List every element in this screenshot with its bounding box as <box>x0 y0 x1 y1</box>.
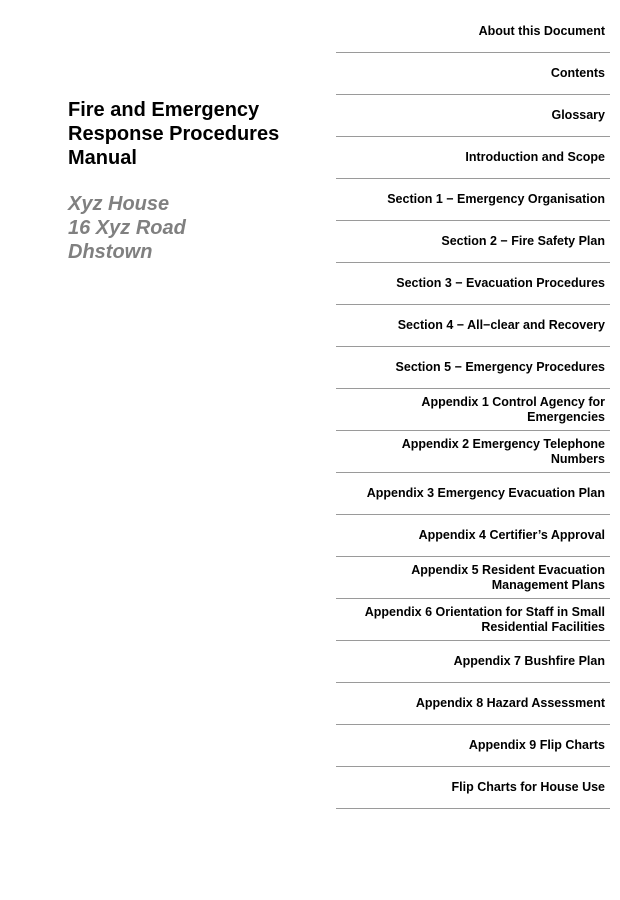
toc-item-appendix-8[interactable]: Appendix 8 Hazard Assessment <box>336 683 610 725</box>
toc-item-label: Flip Charts for House Use <box>451 780 606 795</box>
address-line-street: 16 Xyz Road <box>68 217 186 239</box>
table-of-contents: About this Document Contents Glossary In… <box>336 11 610 809</box>
toc-item-appendix-3[interactable]: Appendix 3 Emergency Evacuation Plan <box>336 473 610 515</box>
toc-item-label: About this Document <box>478 24 605 39</box>
toc-item-label: Section 3 − Evacuation Procedures <box>396 276 605 291</box>
toc-item-appendix-7[interactable]: Appendix 7 Bushfire Plan <box>336 641 610 683</box>
toc-item-label: Appendix 1 Control Agency for Emergencie… <box>421 395 605 424</box>
toc-item-appendix-5[interactable]: Appendix 5 Resident Evacuation Managemen… <box>336 557 610 599</box>
toc-item-label: Section 4 − All−clear and Recovery <box>397 318 605 333</box>
toc-item-label: Appendix 8 Hazard Assessment <box>415 696 605 711</box>
toc-item-section-3[interactable]: Section 3 − Evacuation Procedures <box>336 263 610 305</box>
toc-item-appendix-4[interactable]: Appendix 4 Certifier’s Approval <box>336 515 610 557</box>
address-line-building: Xyz House <box>68 193 170 215</box>
toc-item-section-2[interactable]: Section 2 − Fire Safety Plan <box>336 221 610 263</box>
document-title-line: Manual <box>68 147 137 169</box>
toc-item-label: Appendix 9 Flip Charts <box>468 738 605 753</box>
toc-item-label: Section 5 − Emergency Procedures <box>395 360 605 375</box>
toc-item-label: Appendix 5 Resident Evacuation Managemen… <box>411 563 605 592</box>
toc-item-label: Appendix 7 Bushfire Plan <box>453 654 605 669</box>
toc-item-glossary[interactable]: Glossary <box>336 95 610 137</box>
toc-item-label: Appendix 2 Emergency Telephone Numbers <box>401 437 605 466</box>
document-title: Fire and Emergency Response Procedures M… <box>68 98 318 170</box>
toc-item-appendix-1[interactable]: Appendix 1 Control Agency for Emergencie… <box>336 389 610 431</box>
toc-item-label: Section 1 − Emergency Organisation <box>387 192 605 207</box>
toc-item-label: Appendix 4 Certifier’s Approval <box>418 528 605 543</box>
toc-item-label: Glossary <box>551 108 605 123</box>
toc-item-label: Introduction and Scope <box>465 150 605 165</box>
toc-item-label: Appendix 3 Emergency Evacuation Plan <box>366 486 605 501</box>
toc-item-label: Section 2 − Fire Safety Plan <box>441 234 605 249</box>
address-line-town: Dhstown <box>68 241 153 263</box>
document-title-line: Response Procedures <box>68 123 280 145</box>
toc-item-label: Appendix 6 Orientation for Staff in Smal… <box>364 605 605 634</box>
toc-item-appendix-9[interactable]: Appendix 9 Flip Charts <box>336 725 610 767</box>
toc-item-section-4[interactable]: Section 4 − All−clear and Recovery <box>336 305 610 347</box>
title-block: Fire and Emergency Response Procedures M… <box>68 98 318 264</box>
document-title-line: Fire and Emergency <box>68 99 260 121</box>
toc-item-appendix-2[interactable]: Appendix 2 Emergency Telephone Numbers <box>336 431 610 473</box>
toc-item-flip-charts-house-use[interactable]: Flip Charts for House Use <box>336 767 610 809</box>
toc-item-contents[interactable]: Contents <box>336 53 610 95</box>
toc-item-about[interactable]: About this Document <box>336 11 610 53</box>
property-address: Xyz House 16 Xyz Road Dhstown <box>68 192 318 264</box>
toc-item-introduction[interactable]: Introduction and Scope <box>336 137 610 179</box>
toc-item-appendix-6[interactable]: Appendix 6 Orientation for Staff in Smal… <box>336 599 610 641</box>
toc-item-section-1[interactable]: Section 1 − Emergency Organisation <box>336 179 610 221</box>
toc-item-label: Contents <box>550 66 605 81</box>
toc-item-section-5[interactable]: Section 5 − Emergency Procedures <box>336 347 610 389</box>
